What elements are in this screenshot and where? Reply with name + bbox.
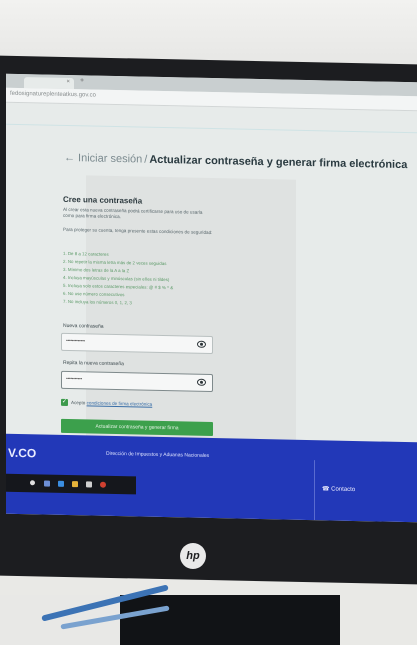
footer-logo[interactable]: V.CO bbox=[8, 446, 36, 461]
form-title: Cree una contraseña bbox=[63, 194, 143, 206]
edge-icon[interactable] bbox=[58, 480, 64, 487]
new-password-label: Nueva contraseña bbox=[63, 322, 104, 330]
folder-icon[interactable] bbox=[72, 481, 78, 488]
new-password-field[interactable]: ••••••••••••• bbox=[61, 332, 213, 355]
show-password-eye-icon[interactable] bbox=[197, 340, 206, 348]
footer-org-name: Dirección de Impuestos y Aduanas Naciona… bbox=[106, 450, 210, 459]
requirement-item: 7. No incluya los números 0, 1, 2, 3 bbox=[63, 298, 132, 306]
chrome-icon[interactable] bbox=[100, 481, 106, 488]
breadcrumb-separator: / bbox=[144, 153, 148, 166]
new-password-value: ••••••••••••• bbox=[66, 337, 85, 345]
new-tab-button[interactable]: + bbox=[80, 77, 84, 84]
submit-button[interactable]: Actualizar contraseña y generar firma bbox=[61, 418, 213, 437]
accept-terms-text: Acepto condiciones de firma electrónica bbox=[71, 400, 152, 407]
page-heading: Actualizar contraseña y generar firma el… bbox=[149, 153, 408, 172]
requirement-item: 3. Mínimo dos letras de la A a la Z bbox=[63, 266, 130, 274]
os-taskbar bbox=[6, 473, 136, 495]
accept-checkbox[interactable]: ✓ bbox=[61, 398, 68, 406]
accept-prefix: Acepto bbox=[71, 400, 86, 406]
requirement-item: 6. No use número consecutivos bbox=[63, 290, 125, 298]
show-repeat-password-eye-icon[interactable] bbox=[197, 378, 206, 386]
phone-icon: ☎ bbox=[322, 486, 332, 493]
requirement-item: 1. De 8 a 12 caracteres bbox=[63, 250, 109, 257]
url-text: fedosignatureplenteatkus.gov.co bbox=[10, 90, 96, 99]
footer-divider bbox=[314, 460, 315, 521]
requirement-item: 2. No repetir la misma letra más de 2 ve… bbox=[63, 258, 167, 267]
repeat-password-value: ••••••••••• bbox=[66, 375, 82, 383]
contact-link[interactable]: ☎ Contacto bbox=[322, 485, 355, 493]
monitor-screen: × + fedosignatureplenteatkus.gov.co ← In… bbox=[6, 73, 417, 523]
hp-logo: hp bbox=[180, 543, 206, 569]
header-divider bbox=[6, 123, 417, 134]
repeat-password-label: Repita la nueva contraseña bbox=[63, 359, 124, 368]
task-view-icon[interactable] bbox=[44, 480, 50, 487]
contact-label: Contacto bbox=[331, 486, 356, 494]
back-to-login-link[interactable]: ← Iniciar sesión bbox=[64, 152, 142, 166]
monitor-stand bbox=[120, 595, 340, 645]
tab-close-icon[interactable]: × bbox=[66, 79, 70, 85]
search-icon[interactable] bbox=[30, 480, 35, 486]
page-title: ← Iniciar sesión / Actualizar contraseña y… bbox=[64, 152, 407, 171]
store-icon[interactable] bbox=[86, 481, 92, 488]
repeat-password-field[interactable]: ••••••••••• bbox=[61, 370, 213, 393]
